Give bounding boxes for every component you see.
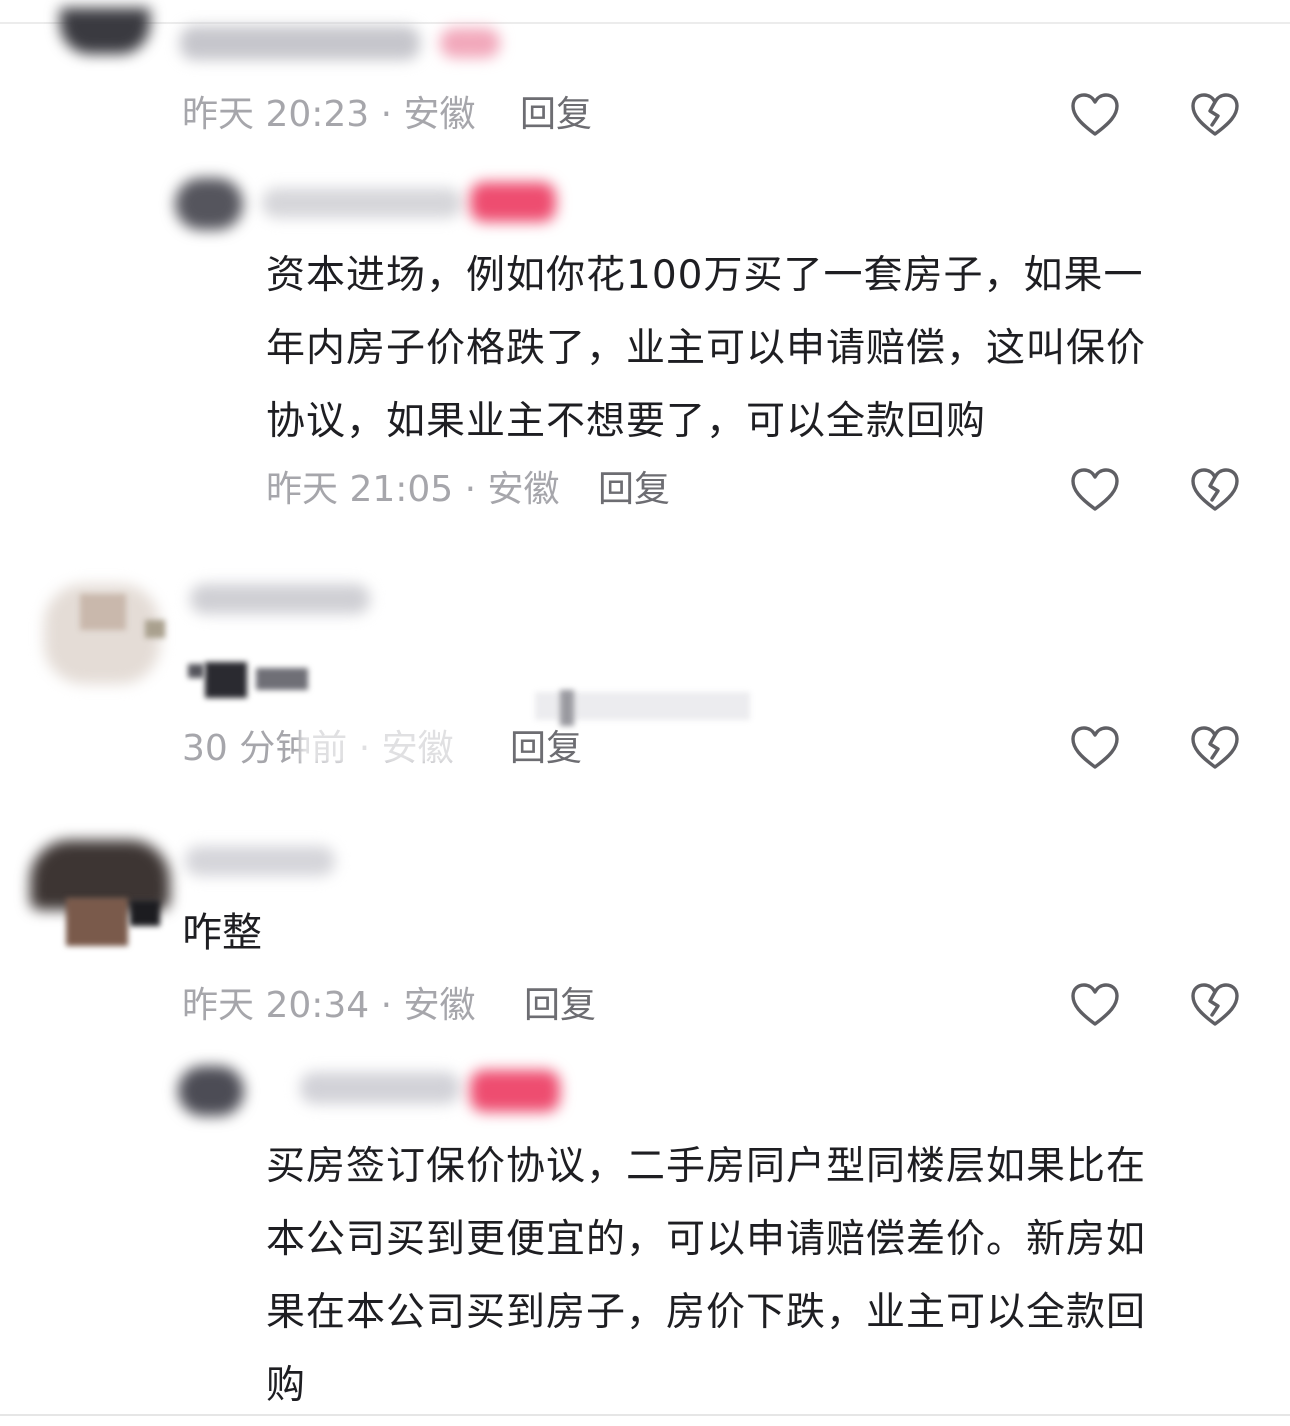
username-redacted[interactable] <box>300 1072 460 1104</box>
comment-meta: 昨天 20:23 · 安徽 <box>182 94 476 135</box>
heart-outline-icon[interactable] <box>1070 982 1120 1028</box>
comment-text-line: 购 <box>266 1363 307 1408</box>
top-divider <box>0 22 1290 24</box>
badge-redacted <box>470 182 556 222</box>
comment-text: 资本进场，例如你花100万买了一套房子，如果一 年内房子价格跌了，业主可以申请赔… <box>266 239 1146 458</box>
avatar-pixel <box>130 900 160 926</box>
username-redacted[interactable] <box>180 26 420 60</box>
broken-heart-icon[interactable] <box>1190 725 1240 771</box>
badge-redacted <box>440 28 500 58</box>
redacted-image <box>560 690 574 726</box>
redacted-text-block <box>188 664 204 678</box>
username-redacted[interactable] <box>262 188 462 218</box>
comment-text-line: 资本进场，例如你花100万买了一套房子，如果一 <box>266 253 1144 298</box>
username-redacted[interactable] <box>190 584 370 614</box>
avatar-pixel <box>80 594 126 630</box>
comment-text: 买房签订保价协议，二手房同户型同楼层如果比在 本公司买到更便宜的，可以申请赔偿差… <box>266 1130 1146 1422</box>
avatar[interactable] <box>175 178 243 230</box>
heart-outline-icon[interactable] <box>1070 467 1120 513</box>
badge-redacted <box>470 1070 560 1112</box>
username-redacted[interactable] <box>185 846 335 876</box>
comment-text-line: 协议，如果业主不想要了，可以全款回购 <box>266 399 987 444</box>
comment-text-line: 本公司买到更便宜的，可以申请赔偿差价。新房如 <box>266 1217 1147 1262</box>
broken-heart-icon[interactable] <box>1190 92 1240 138</box>
comment-text-line: 果在本公司买到房子，房价下跌，业主可以全款回 <box>266 1290 1147 1335</box>
redacted-text-block <box>256 668 308 690</box>
comment-meta: 昨天 20:34 · 安徽 <box>182 985 476 1026</box>
bottom-divider <box>0 1414 1290 1416</box>
comment-meta: 昨天 21:05 · 安徽 <box>266 469 560 510</box>
comment-text-line: 年内房子价格跌了，业主可以申请赔偿，这叫保价 <box>266 326 1147 371</box>
redaction-patch <box>300 724 460 764</box>
broken-heart-icon[interactable] <box>1190 982 1240 1028</box>
redacted-text-block <box>205 662 247 698</box>
reply-button[interactable]: 回复 <box>524 984 596 1028</box>
comment-text-line: 买房签订保价协议，二手房同户型同楼层如果比在 <box>266 1144 1147 1189</box>
heart-outline-icon[interactable] <box>1070 92 1120 138</box>
broken-heart-icon[interactable] <box>1190 467 1240 513</box>
avatar-pixel <box>66 898 128 946</box>
avatar[interactable] <box>178 1066 244 1116</box>
reply-button[interactable]: 回复 <box>520 93 592 137</box>
heart-outline-icon[interactable] <box>1070 725 1120 771</box>
reply-button[interactable]: 回复 <box>510 727 582 771</box>
avatar[interactable] <box>60 8 150 54</box>
avatar-pixel <box>145 620 165 638</box>
comment-text: 咋整 <box>182 910 262 956</box>
reply-button[interactable]: 回复 <box>598 468 670 512</box>
